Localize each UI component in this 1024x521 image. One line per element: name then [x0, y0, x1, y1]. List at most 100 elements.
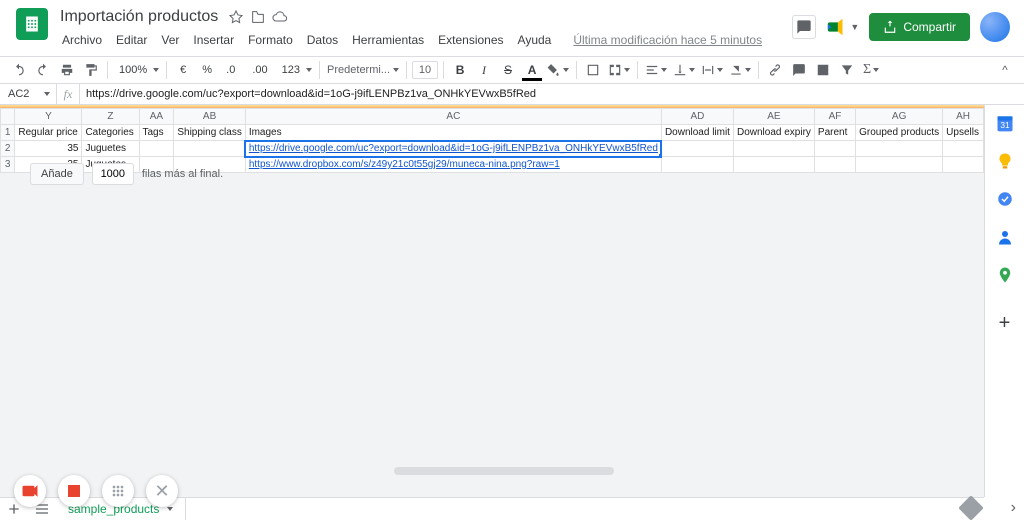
move-folder-icon[interactable] — [250, 9, 266, 25]
menu-archivo[interactable]: Archivo — [56, 30, 108, 50]
cell-AE2[interactable] — [733, 141, 814, 157]
insert-chart-button[interactable] — [812, 60, 834, 80]
wrap-button[interactable] — [699, 60, 725, 80]
col-header-AB[interactable]: AB — [174, 109, 245, 125]
explore-button[interactable] — [958, 495, 983, 520]
col-header-AA[interactable]: AA — [139, 109, 174, 125]
text-color-button[interactable]: A — [521, 60, 543, 80]
italic-button[interactable]: I — [473, 60, 495, 80]
account-avatar[interactable] — [980, 12, 1010, 42]
cell-Y2[interactable]: 35 — [15, 141, 82, 157]
side-panel-collapse-button[interactable]: › — [1011, 499, 1016, 517]
cell-AH3[interactable] — [943, 157, 984, 173]
v-align-button[interactable] — [671, 60, 697, 80]
insert-link-button[interactable] — [764, 60, 786, 80]
menu-extensiones[interactable]: Extensiones — [432, 30, 509, 50]
cell-Z1[interactable]: Categories — [82, 125, 139, 141]
insert-comment-button[interactable] — [788, 60, 810, 80]
more-formats-button[interactable]: 123 — [276, 60, 314, 80]
borders-button[interactable] — [582, 60, 604, 80]
cell-AE1[interactable]: Download expiry — [733, 125, 814, 141]
cell-AA1[interactable]: Tags — [139, 125, 174, 141]
fill-color-button[interactable] — [545, 60, 571, 80]
col-header-AC[interactable]: AC — [245, 109, 661, 125]
cell-AC2[interactable]: https://drive.google.com/uc?export=downl… — [245, 141, 661, 157]
format-percent-button[interactable]: % — [196, 60, 218, 80]
select-all-corner[interactable] — [1, 109, 15, 125]
menu-herramientas[interactable]: Herramientas — [346, 30, 430, 50]
col-header-AD[interactable]: AD — [661, 109, 733, 125]
contacts-icon[interactable] — [995, 227, 1015, 247]
cell-AF3[interactable] — [814, 157, 855, 173]
cell-Z2[interactable]: Juguetes — [82, 141, 139, 157]
col-header-Y[interactable]: Y — [15, 109, 82, 125]
strikethrough-button[interactable]: S — [497, 60, 519, 80]
maps-icon[interactable] — [995, 265, 1015, 285]
cell-AF1[interactable]: Parent — [814, 125, 855, 141]
cell-AD3[interactable] — [661, 157, 733, 173]
share-button[interactable]: Compartir — [869, 13, 970, 41]
menu-editar[interactable]: Editar — [110, 30, 153, 50]
print-button[interactable] — [56, 60, 78, 80]
cell-AG3[interactable] — [856, 157, 943, 173]
keep-icon[interactable] — [995, 151, 1015, 171]
menu-ver[interactable]: Ver — [155, 30, 185, 50]
cell-AG1[interactable]: Grouped products — [856, 125, 943, 141]
zoom-select[interactable]: 100% — [113, 60, 161, 80]
menu-insertar[interactable]: Insertar — [187, 30, 240, 50]
document-title[interactable]: Importación productos — [56, 6, 222, 28]
cell-AA2[interactable] — [139, 141, 174, 157]
cell-AG2[interactable] — [856, 141, 943, 157]
horizontal-scrollbar[interactable] — [394, 467, 614, 475]
comment-history-icon[interactable] — [792, 15, 816, 39]
merge-cells-button[interactable] — [606, 60, 632, 80]
cell-Y1[interactable]: Regular price — [15, 125, 82, 141]
row-header-2[interactable]: 2 — [1, 141, 15, 157]
cell-AC3[interactable]: https://www.dropbox.com/s/z49y21c0t55gj2… — [245, 157, 661, 173]
last-edit-link[interactable]: Última modificación hace 5 minutos — [567, 30, 768, 50]
sheets-logo[interactable] — [16, 8, 48, 40]
rotate-button[interactable] — [727, 60, 753, 80]
close-recording-button[interactable]: ✕ — [146, 475, 178, 507]
filter-button[interactable] — [836, 60, 858, 80]
cloud-saved-icon[interactable] — [272, 9, 288, 25]
increase-decimal-button[interactable]: .00 — [246, 60, 273, 80]
decrease-decimal-button[interactable]: .0 — [220, 60, 244, 80]
cell-AH1[interactable]: Upsells — [943, 125, 984, 141]
col-header-Z[interactable]: Z — [82, 109, 139, 125]
row-header-1[interactable]: 1 — [1, 125, 15, 141]
name-box[interactable]: AC2 — [0, 88, 56, 100]
col-header-AF[interactable]: AF — [814, 109, 855, 125]
spreadsheet-grid[interactable]: YZAAABACADAEAFAGAH 1Regular priceCategori… — [0, 105, 984, 497]
recording-grid-button[interactable] — [102, 475, 134, 507]
paint-format-button[interactable] — [80, 60, 102, 80]
toolbar-collapse-button[interactable]: ^ — [994, 60, 1016, 80]
star-icon[interactable] — [228, 9, 244, 25]
calendar-icon[interactable]: 31 — [995, 113, 1015, 133]
cell-AE3[interactable] — [733, 157, 814, 173]
cell-AD1[interactable]: Download limit — [661, 125, 733, 141]
formula-input[interactable] — [80, 84, 1024, 104]
tasks-icon[interactable] — [995, 189, 1015, 209]
cell-AD2[interactable] — [661, 141, 733, 157]
add-rows-count-input[interactable] — [92, 163, 134, 185]
add-rows-button[interactable]: Añade — [30, 163, 84, 185]
menu-datos[interactable]: Datos — [301, 30, 344, 50]
menu-formato[interactable]: Formato — [242, 30, 299, 50]
cell-AB1[interactable]: Shipping class — [174, 125, 245, 141]
col-header-AG[interactable]: AG — [856, 109, 943, 125]
cell-AF2[interactable] — [814, 141, 855, 157]
h-align-button[interactable] — [643, 60, 669, 80]
functions-button[interactable]: Σ — [860, 60, 882, 80]
addons-plus-icon[interactable]: + — [995, 313, 1015, 333]
col-header-AE[interactable]: AE — [733, 109, 814, 125]
font-select[interactable]: Predetermi... — [325, 60, 401, 80]
row-header-3[interactable]: 3 — [1, 157, 15, 173]
undo-button[interactable] — [8, 60, 30, 80]
stop-recording-button[interactable] — [58, 475, 90, 507]
redo-button[interactable] — [32, 60, 54, 80]
font-size-input[interactable]: 10 — [412, 61, 438, 79]
currency-euro-button[interactable]: € — [172, 60, 194, 80]
meet-button[interactable]: ▼ — [826, 16, 859, 38]
col-header-AH[interactable]: AH — [943, 109, 984, 125]
